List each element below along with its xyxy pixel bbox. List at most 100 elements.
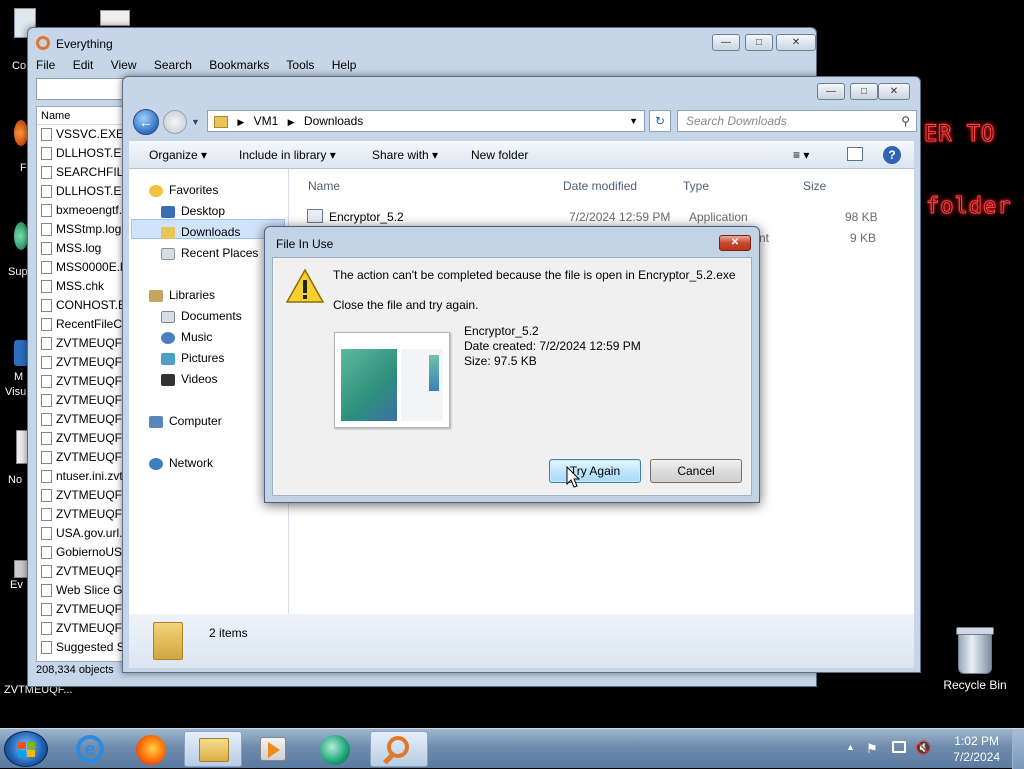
share-with-button[interactable]: Share with ▾ xyxy=(372,148,438,162)
list-item[interactable]: RecentFileCa xyxy=(37,315,133,334)
everything-results-list[interactable]: Name VSSVC.EXE-B DLLHOST.EX SEARCHFILT DLLH… xyxy=(36,106,134,662)
nav-recent-places[interactable]: Recent Places xyxy=(161,246,258,260)
search-input[interactable]: Search Downloads ⚲ xyxy=(677,110,917,132)
nav-network[interactable]: Network xyxy=(149,456,213,470)
action-center-flag-icon[interactable]: ⚑ xyxy=(866,741,878,757)
explorer-titlebar[interactable]: — □ ✕ xyxy=(123,77,920,107)
menu-help[interactable]: Help xyxy=(332,58,357,72)
try-again-button[interactable]: Try Again xyxy=(549,459,641,483)
breadcrumb-downloads[interactable]: Downloads xyxy=(304,114,363,128)
breadcrumb-vm1[interactable]: VM1 xyxy=(254,114,279,128)
nav-libraries[interactable]: Libraries xyxy=(149,288,215,302)
column-header-type[interactable]: Type xyxy=(683,179,709,193)
preview-pane-icon[interactable] xyxy=(847,147,863,161)
list-item[interactable]: MSStmp.log xyxy=(37,220,133,239)
menu-file[interactable]: File xyxy=(36,58,55,72)
desktop-icon-label-computer[interactable]: Co xyxy=(12,60,26,72)
cancel-button[interactable]: Cancel xyxy=(650,459,742,483)
forward-button[interactable] xyxy=(163,110,187,134)
nav-music[interactable]: Music xyxy=(161,330,212,344)
nav-videos[interactable]: Videos xyxy=(161,372,217,386)
list-item[interactable]: USA.gov.url.z xyxy=(37,524,133,543)
taskbar-windows-explorer[interactable] xyxy=(184,731,242,767)
nav-favorites[interactable]: Favorites xyxy=(149,183,218,197)
refresh-button[interactable]: ↻ xyxy=(649,110,671,132)
nav-desktop[interactable]: Desktop xyxy=(161,204,225,218)
help-icon[interactable]: ? xyxy=(883,146,901,164)
list-item[interactable]: ZVTMEUQFL xyxy=(37,505,133,524)
list-item[interactable]: ZVTMEUQFL xyxy=(37,619,133,638)
desktop-label-ev[interactable]: Ev xyxy=(10,579,23,591)
organize-button[interactable]: Organize ▾ xyxy=(149,148,207,162)
list-item[interactable]: bxmeoengtf. xyxy=(37,201,133,220)
taskbar-firefox[interactable] xyxy=(122,731,180,767)
list-item[interactable]: MSS.chk xyxy=(37,277,133,296)
menu-search[interactable]: Search xyxy=(154,58,192,72)
new-folder-button[interactable]: New folder xyxy=(471,148,528,162)
list-item[interactable]: ntuser.ini.zvt xyxy=(37,467,133,486)
back-button[interactable]: ← xyxy=(133,109,159,135)
desktop-icon-visual[interactable] xyxy=(14,340,28,366)
menu-bookmarks[interactable]: Bookmarks xyxy=(209,58,269,72)
list-item[interactable]: SEARCHFILT xyxy=(37,163,133,182)
dialog-close-button[interactable]: ✕ xyxy=(719,235,751,251)
minimize-button[interactable]: — xyxy=(712,34,740,51)
minimize-button[interactable]: — xyxy=(817,83,845,100)
taskbar-everything[interactable] xyxy=(370,731,428,767)
menu-view[interactable]: View xyxy=(111,58,137,72)
menu-edit[interactable]: Edit xyxy=(73,58,94,72)
show-hidden-icons[interactable]: ▲ xyxy=(846,742,855,752)
list-item[interactable]: GobiernoUSA xyxy=(37,543,133,562)
view-options-icon[interactable]: ≡ ▾ xyxy=(793,148,809,162)
list-item[interactable]: ZVTMEUQFL xyxy=(37,600,133,619)
list-item[interactable]: ZVTMEUQFL xyxy=(37,353,133,372)
menu-tools[interactable]: Tools xyxy=(286,58,314,72)
nav-pictures[interactable]: Pictures xyxy=(161,351,224,365)
desktop-icon-firefox[interactable] xyxy=(14,120,28,146)
list-item[interactable]: ZVTMEUQFL xyxy=(37,372,133,391)
include-in-library-button[interactable]: Include in library ▾ xyxy=(239,148,336,162)
show-desktop-button[interactable] xyxy=(1012,729,1024,769)
network-icon[interactable] xyxy=(892,741,906,753)
list-item[interactable]: ZVTMEUQFL xyxy=(37,410,133,429)
list-item[interactable]: DLLHOST.EX xyxy=(37,182,133,201)
desktop-label-f[interactable]: F xyxy=(20,162,27,174)
list-item[interactable]: ZVTMEUQFL xyxy=(37,334,133,353)
column-header-size[interactable]: Size xyxy=(803,179,826,193)
list-item[interactable]: ZVTMEUQFL xyxy=(37,429,133,448)
list-item[interactable]: VSSVC.EXE-B xyxy=(37,125,133,144)
maximize-button[interactable]: □ xyxy=(850,83,878,100)
desktop-icon-document[interactable] xyxy=(100,10,130,26)
desktop-label-sup[interactable]: Sup xyxy=(8,266,28,278)
close-button[interactable]: ✕ xyxy=(878,83,910,100)
desktop-icon-everything[interactable] xyxy=(14,560,28,578)
column-header-name[interactable]: Name xyxy=(37,107,133,125)
desktop-label-no[interactable]: No xyxy=(8,474,22,486)
address-dropdown-icon[interactable]: ▼ xyxy=(629,111,638,131)
desktop-icon-support[interactable] xyxy=(14,222,28,250)
maximize-button[interactable]: □ xyxy=(745,34,773,51)
list-item[interactable]: ZVTMEUQFL xyxy=(37,486,133,505)
taskbar-media-player[interactable] xyxy=(244,731,302,767)
list-item[interactable]: MSS.log xyxy=(37,239,133,258)
close-button[interactable]: ✕ xyxy=(776,34,816,51)
desktop-label-visu[interactable]: Visu xyxy=(5,386,26,398)
start-button[interactable] xyxy=(4,731,48,767)
list-item[interactable]: DLLHOST.EX xyxy=(37,144,133,163)
search-icon[interactable]: ⚲ xyxy=(901,111,910,131)
system-clock[interactable]: 1:02 PM 7/2/2024 xyxy=(953,733,1000,765)
list-item[interactable]: ZVTMEUQFL xyxy=(37,562,133,581)
nav-computer[interactable]: Computer xyxy=(149,414,222,428)
volume-muted-icon[interactable]: 🔇 xyxy=(915,740,931,756)
taskbar-app-globe[interactable] xyxy=(306,731,364,767)
desktop-label-m[interactable]: M xyxy=(14,371,23,383)
list-item[interactable]: ZVTMEUQFL xyxy=(37,391,133,410)
address-bar[interactable]: ▶ VM1 ▶ Downloads ▼ xyxy=(207,110,645,132)
list-item[interactable]: Web Slice Ga xyxy=(37,581,133,600)
list-item[interactable]: CONHOST.E xyxy=(37,296,133,315)
column-header-name[interactable]: Name xyxy=(308,179,340,193)
everything-titlebar[interactable]: Everything — □ ✕ xyxy=(28,28,816,58)
list-item[interactable]: Suggested Si xyxy=(37,638,133,657)
column-header-date-modified[interactable]: Date modified xyxy=(563,179,637,193)
nav-downloads[interactable]: Downloads xyxy=(161,225,240,239)
